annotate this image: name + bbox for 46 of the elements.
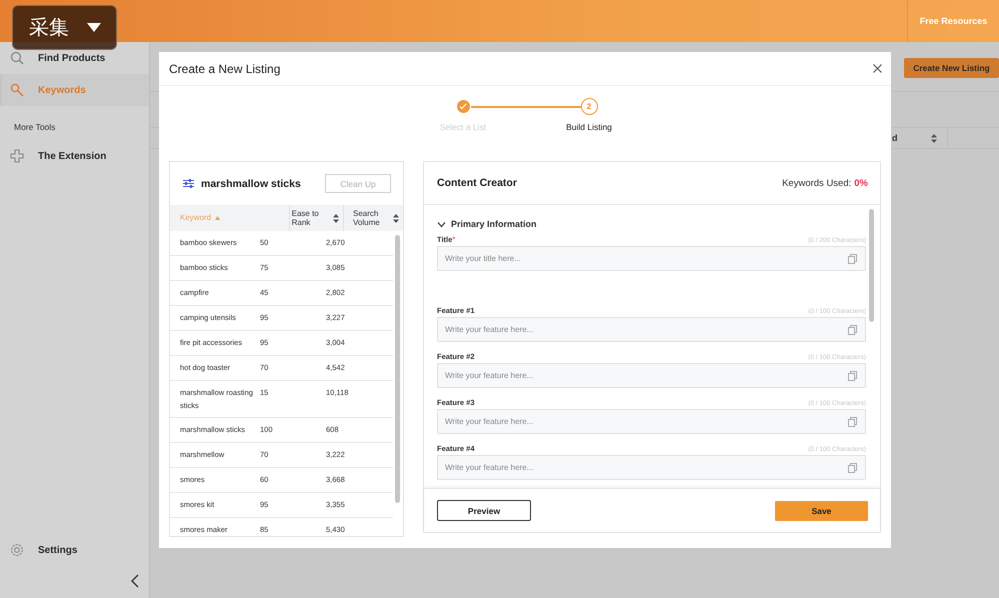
section-label: More Tools xyxy=(13,122,56,132)
copy-icon xyxy=(848,417,857,427)
collapse-button[interactable] xyxy=(130,574,139,590)
copy-icon xyxy=(848,254,857,264)
check-icon xyxy=(459,103,467,110)
scrollbar-thumb[interactable] xyxy=(395,235,400,503)
create-listing-button[interactable]: Create New Listing xyxy=(904,58,999,78)
sidebar-item[interactable]: Settings xyxy=(0,540,149,560)
sort-icon xyxy=(393,214,399,222)
modal-title: Create a New Listing xyxy=(169,62,280,76)
keywords-used-label: Keywords Used: xyxy=(782,178,852,188)
sort-icon xyxy=(931,134,937,142)
sort-icon xyxy=(333,214,339,222)
step-label: Build Listing xyxy=(566,122,612,132)
chevron-down-icon xyxy=(437,220,446,228)
column-header[interactable]: Search Volume xyxy=(344,205,403,231)
step-number: 2 xyxy=(580,98,598,115)
capture-button[interactable]: 采集 xyxy=(12,5,117,50)
copy-icon xyxy=(848,463,857,473)
sidebar-item[interactable]: The Extension xyxy=(0,146,149,166)
preview-button[interactable]: Preview xyxy=(437,500,531,521)
close-button[interactable] xyxy=(873,64,882,73)
input-field[interactable]: Write your feature here... xyxy=(437,455,866,480)
save-button[interactable]: Save xyxy=(775,500,868,520)
close-icon xyxy=(873,64,882,73)
panel-title: Content Creator xyxy=(437,177,517,189)
sort-up-icon xyxy=(215,216,220,220)
input-field[interactable]: Write your feature here... xyxy=(437,409,866,434)
input-field[interactable]: Write your feature here... xyxy=(437,363,866,388)
input-field[interactable]: Write your title here... xyxy=(437,246,866,271)
column-header[interactable]: Ease to Rank xyxy=(288,205,344,231)
keywords-used-value: 0% xyxy=(854,178,868,188)
sidebar-item[interactable]: Find Products xyxy=(0,48,149,68)
chevron-left-icon xyxy=(130,574,139,588)
column-header[interactable]: d xyxy=(892,128,948,148)
search-icon xyxy=(10,51,24,65)
section-toggle[interactable]: Primary Information xyxy=(437,219,537,229)
scrollbar-thumb[interactable] xyxy=(869,209,874,322)
copy-icon xyxy=(848,371,857,381)
copy-icon xyxy=(848,325,857,335)
caret-down-icon xyxy=(87,23,101,32)
sliders-icon xyxy=(183,179,194,188)
settings-icon xyxy=(10,543,24,557)
list-title: marshmallow sticks xyxy=(201,178,302,190)
required-mark: * xyxy=(452,235,456,244)
input-field[interactable]: Write your feature here... xyxy=(437,317,866,342)
